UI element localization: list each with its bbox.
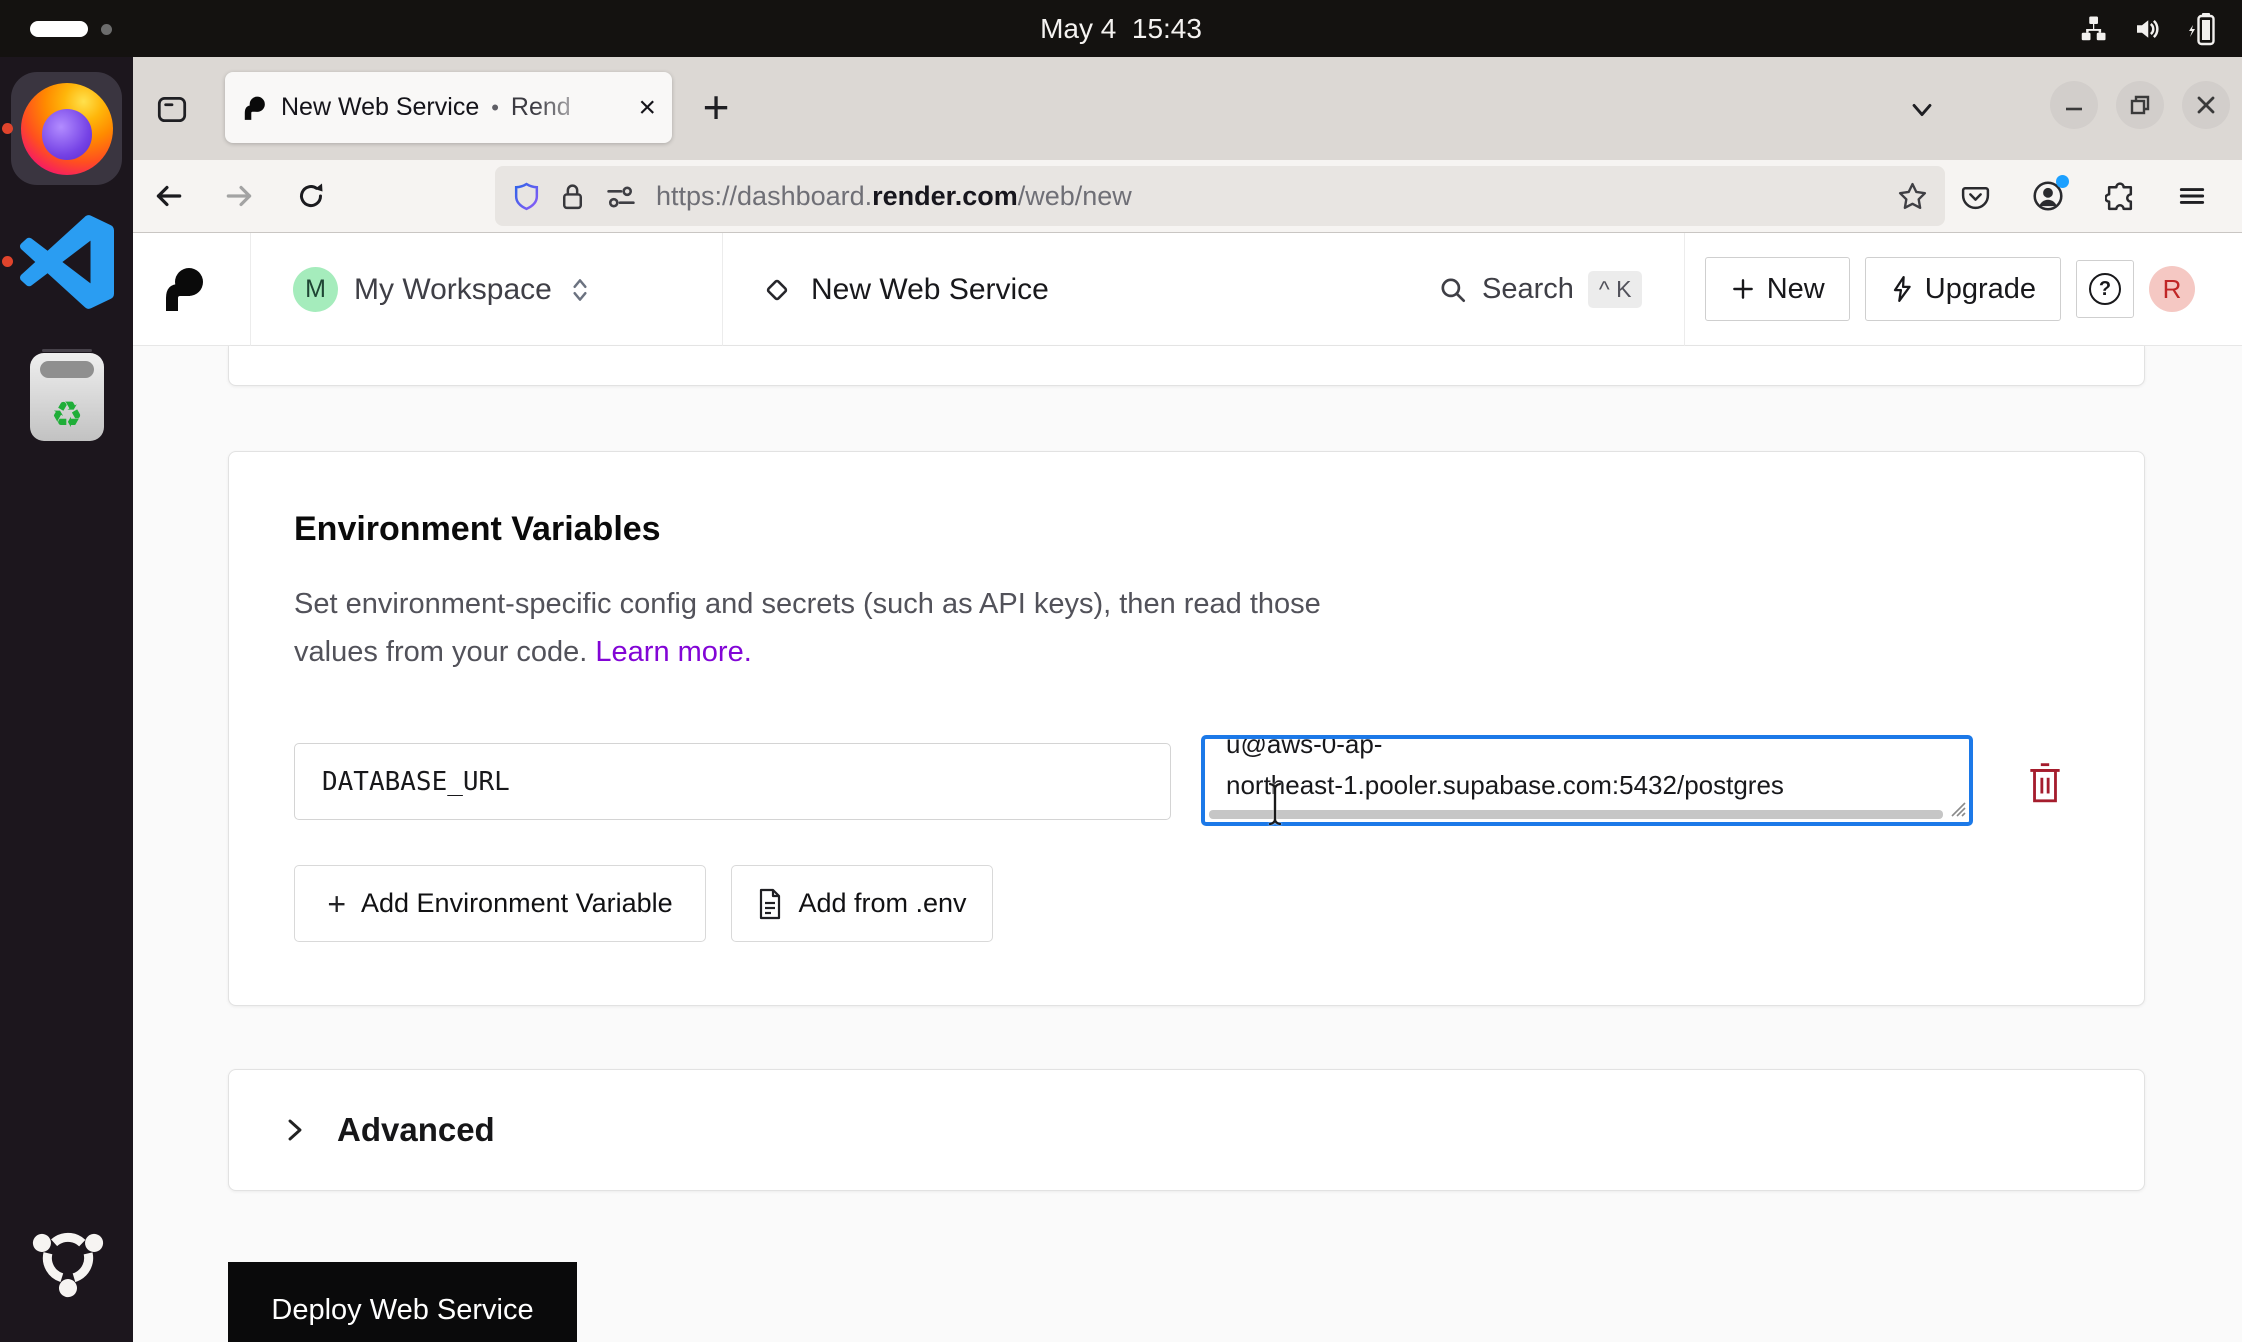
tracking-shield-icon[interactable] — [511, 181, 542, 212]
learn-more-link[interactable]: Learn more. — [595, 636, 751, 668]
trash-icon — [2026, 761, 2064, 805]
tab-title: New Web Service • Rend — [267, 93, 603, 122]
workspace-switcher[interactable]: M My Workspace — [293, 233, 592, 346]
chevron-right-icon — [281, 1116, 307, 1144]
search-button[interactable]: Search ^ K — [1438, 233, 1642, 346]
new-button[interactable]: New — [1705, 257, 1850, 321]
pocket-icon[interactable] — [1960, 181, 1991, 212]
page-title-group: New Web Service — [761, 233, 1049, 346]
vscode-icon — [20, 215, 114, 309]
dock-trash[interactable]: ♻ — [30, 353, 104, 441]
chevron-down-icon — [1905, 93, 1939, 127]
text-cursor — [1267, 782, 1283, 826]
user-avatar[interactable]: R — [2149, 266, 2195, 312]
section-title: Environment Variables — [294, 510, 661, 549]
plus-icon: + — [327, 888, 346, 920]
page-title: New Web Service — [811, 273, 1049, 307]
reload-icon — [295, 180, 327, 212]
add-from-env-button[interactable]: Add from .env — [731, 865, 993, 942]
close-icon — [2195, 94, 2217, 116]
system-tray[interactable] — [2078, 0, 2218, 57]
header-divider — [722, 233, 723, 346]
bookmark-star-icon[interactable] — [1896, 180, 1929, 213]
screen: May 4 15:43 — [0, 0, 2242, 1342]
firefox-running-dot — [2, 123, 13, 134]
lightning-icon — [1890, 275, 1914, 303]
forward-button[interactable] — [223, 179, 257, 213]
page-content: Environment Variables Set environment-sp… — [133, 347, 2242, 1342]
dock-vscode[interactable] — [20, 215, 114, 309]
recycle-icon: ♻ — [51, 397, 83, 433]
plus-icon — [1730, 276, 1756, 302]
help-icon: ? — [2089, 273, 2121, 305]
workspace-name: My Workspace — [354, 273, 552, 307]
firefox-icon — [21, 83, 113, 175]
firefox-view-button[interactable] — [149, 86, 195, 132]
battery-charging-icon — [2186, 12, 2218, 46]
firefox-view-icon — [154, 91, 190, 127]
trash-lid — [40, 361, 94, 378]
system-top-bar: May 4 15:43 — [0, 0, 2242, 57]
back-icon — [151, 179, 185, 213]
previous-card-bottom — [228, 346, 2145, 386]
new-tab-button[interactable]: + — [689, 79, 743, 135]
list-all-tabs-button[interactable] — [1905, 93, 1939, 127]
extensions-icon[interactable] — [2105, 181, 2136, 212]
advanced-section[interactable]: Advanced — [228, 1069, 2145, 1191]
upgrade-button[interactable]: Upgrade — [1865, 257, 2061, 321]
env-value-textarea[interactable]: u@aws-0-ap- northeast-1.pooler.supabase.… — [1201, 735, 1973, 826]
reload-button[interactable] — [295, 180, 327, 212]
add-environment-variable-button[interactable]: + Add Environment Variable — [294, 865, 706, 942]
restore-icon — [2129, 94, 2151, 116]
firefox-window: New Web Service • Rend × + — [133, 57, 2242, 1342]
account-notification-dot — [2056, 175, 2069, 188]
help-button[interactable]: ? — [2076, 260, 2134, 318]
menu-icon[interactable] — [2176, 180, 2208, 212]
dashboard-header: M My Workspace New Web Service — [133, 233, 2242, 346]
network-icon — [2078, 14, 2108, 44]
browser-tab[interactable]: New Web Service • Rend × — [225, 72, 672, 143]
search-shortcut-badge: ^ K — [1588, 271, 1643, 308]
chevron-up-down-icon — [568, 275, 592, 305]
search-label: Search — [1482, 273, 1574, 306]
url-bar[interactable]: https://dashboard.render.com/web/new — [495, 166, 1945, 226]
vscode-running-dot — [2, 256, 13, 267]
url-text[interactable]: https://dashboard.render.com/web/new — [656, 181, 1879, 212]
lock-icon[interactable] — [559, 181, 586, 212]
window-minimize-button[interactable] — [2050, 81, 2098, 129]
dock-divider — [42, 349, 92, 352]
environment-variables-card: Environment Variables Set environment-sp… — [228, 451, 2145, 1006]
header-divider — [250, 233, 251, 346]
env-value-text: u@aws-0-ap- northeast-1.pooler.supabase.… — [1226, 739, 1948, 806]
tab-close-icon[interactable]: × — [638, 93, 656, 123]
delete-variable-button[interactable] — [2023, 758, 2067, 808]
search-icon — [1438, 275, 1468, 305]
textarea-scrollbar[interactable] — [1209, 810, 1943, 819]
header-divider — [1684, 233, 1685, 346]
forward-icon — [223, 179, 257, 213]
advanced-title: Advanced — [337, 1111, 495, 1149]
browser-toolbar: https://dashboard.render.com/web/new — [133, 160, 2242, 233]
account-button[interactable] — [2031, 179, 2065, 213]
env-file-icon — [757, 888, 783, 920]
env-key-input[interactable] — [294, 743, 1171, 820]
workspace-avatar: M — [293, 267, 338, 312]
permissions-icon[interactable] — [603, 181, 639, 212]
window-restore-button[interactable] — [2116, 81, 2164, 129]
resize-handle-icon[interactable] — [1948, 799, 1966, 817]
service-diamond-icon — [761, 274, 793, 306]
system-clock[interactable]: May 4 15:43 — [0, 0, 2242, 57]
window-close-button[interactable] — [2182, 81, 2230, 129]
show-apps-button[interactable] — [25, 1215, 111, 1301]
dock-firefox[interactable] — [11, 72, 122, 185]
back-button[interactable] — [151, 179, 185, 213]
minimize-icon — [2063, 94, 2085, 116]
render-logo[interactable] — [159, 261, 207, 317]
tab-strip: New Web Service • Rend × + — [133, 57, 2242, 160]
volume-icon — [2132, 14, 2162, 44]
dock: ♻ — [0, 57, 133, 1342]
section-description: Set environment-specific config and secr… — [294, 580, 1321, 676]
render-favicon — [241, 95, 267, 121]
deploy-web-service-button[interactable]: Deploy Web Service — [228, 1262, 577, 1342]
